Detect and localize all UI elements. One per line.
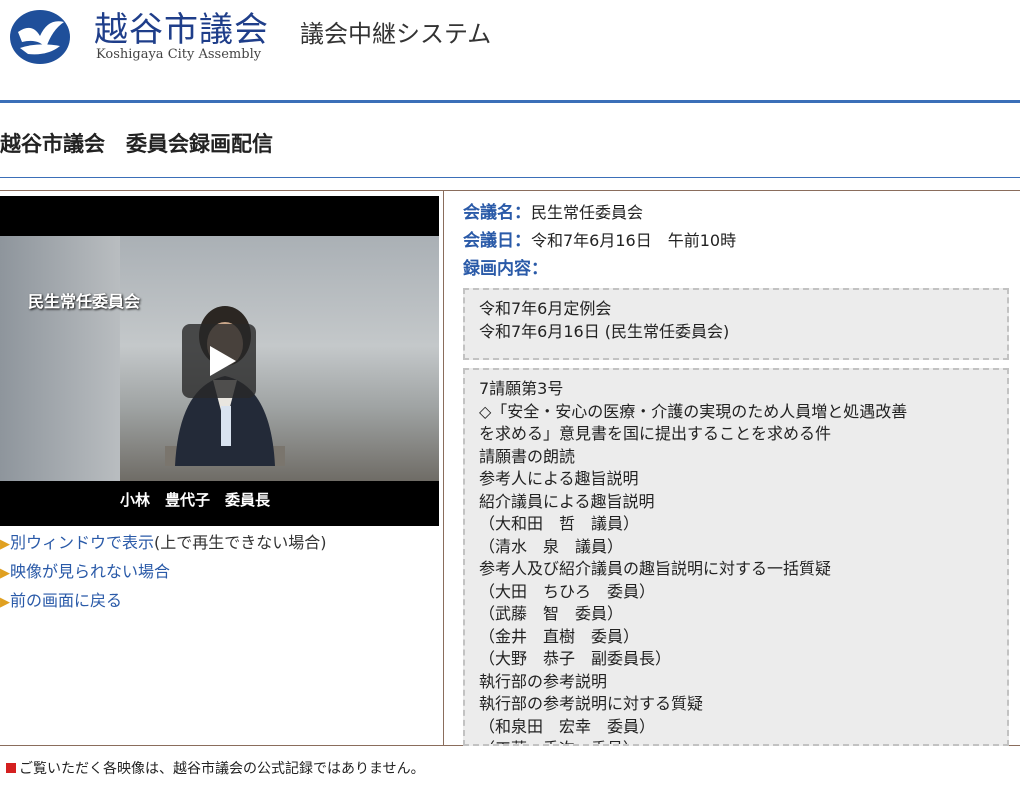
agenda-item: （工藤 秀次 委員） <box>479 738 993 744</box>
agenda-item: （大和田 哲 議員） <box>479 514 640 533</box>
meeting-date-row: 会議日：令和7年6月16日 午前10時 <box>463 228 1013 256</box>
meeting-name-row: 会議名：民生常任委員会 <box>463 200 1013 228</box>
session-line: 令和7年6月16日 (民生常任委員会) <box>479 321 730 341</box>
agenda-item: 参考人による趣旨説明 <box>479 469 639 488</box>
title-divider <box>0 177 1020 178</box>
agenda-item: 参考人及び紹介議員の趣旨説明に対する一括質疑 <box>479 559 832 578</box>
video-caption: 民生常任委員会 <box>28 292 141 311</box>
arrow-right-icon: ▶ <box>0 566 10 581</box>
site-subtitle: 議会中継システム <box>300 20 492 48</box>
agenda-item: 紹介議員による趣旨説明 <box>479 491 655 511</box>
agenda-item: を求める」意見書を国に提出することを求める件 <box>479 424 832 443</box>
meeting-date-value: 令和7年6月16日 午前10時 <box>531 231 737 250</box>
site-header: 越谷市議会 議会中継システム Koshigaya City Assembly <box>0 0 1020 102</box>
column-divider <box>443 190 444 746</box>
page-title: 越谷市議会 委員会録画配信 <box>0 132 273 156</box>
agenda-item: （清水 泉 議員） <box>479 536 624 556</box>
open-new-window-link[interactable]: 別ウィンドウで表示 <box>10 533 154 552</box>
video-player[interactable]: 民生常任委員会 小林 豊代子 委員長 <box>0 196 439 526</box>
video-links: ▶別ウィンドウで表示(上で再生できない場合) ▶映像が見られない場合 ▶前の画面… <box>0 532 440 619</box>
speaker-name-caption: 小林 豊代子 委員長 <box>120 491 271 509</box>
agenda-box[interactable]: 7請願第3号 ◇「安全・安心の医療・介護の実現のため人員増と処遇改善 を求める」… <box>463 368 1009 746</box>
footer-notice: ご覧いただく各映像は、越谷市議会の公式記録ではありません。 <box>6 758 425 778</box>
open-new-window-note: (上で再生できない場合) <box>154 533 327 552</box>
link-row-back: ▶前の画面に戻る <box>0 590 440 619</box>
arrow-right-icon: ▶ <box>0 595 10 610</box>
agenda-item: 執行部の参考説明 <box>479 671 608 691</box>
session-line: 令和7年6月定例会 <box>479 299 612 318</box>
play-button[interactable] <box>182 324 256 398</box>
recording-content-row: 録画内容： <box>463 256 1013 284</box>
link-row-video-help: ▶映像が見られない場合 <box>0 561 440 590</box>
meeting-name-label: 会議名： <box>463 203 531 223</box>
play-icon <box>210 346 236 376</box>
site-title: 越谷市議会 <box>94 10 269 50</box>
meeting-name-value: 民生常任委員会 <box>531 203 644 222</box>
agenda-item: ◇「安全・安心の医療・介護の実現のため人員増と処遇改善 <box>479 401 908 421</box>
footer-notice-text: ご覧いただく各映像は、越谷市議会の公式記録ではありません。 <box>19 761 425 777</box>
agenda-item: （大野 恭子 副委員長） <box>479 649 672 668</box>
video-help-link[interactable]: 映像が見られない場合 <box>10 562 170 581</box>
agenda-item: （武藤 智 委員） <box>479 604 624 623</box>
link-row-open-window: ▶別ウィンドウで表示(上で再生できない場合) <box>0 532 440 561</box>
site-english-name: Koshigaya City Assembly <box>96 47 262 62</box>
header-divider <box>0 100 1020 103</box>
session-box: 令和7年6月定例会 令和7年6月16日 (民生常任委員会) <box>463 288 1009 360</box>
agenda-item: （和泉田 宏幸 委員） <box>479 716 656 736</box>
agenda-item: 7請願第3号 <box>479 379 564 398</box>
recording-content-label: 録画内容： <box>463 259 548 279</box>
arrow-right-icon: ▶ <box>0 537 10 552</box>
back-link[interactable]: 前の画面に戻る <box>10 591 122 610</box>
meeting-date-label: 会議日： <box>463 231 531 251</box>
agenda-item: 請願書の朗読 <box>479 446 576 466</box>
meeting-info: 会議名：民生常任委員会 会議日：令和7年6月16日 午前10時 録画内容： <box>463 200 1013 284</box>
agenda-item: （大田 ちひろ 委員） <box>479 581 656 601</box>
agenda-item: 執行部の参考説明に対する質疑 <box>479 694 704 713</box>
agenda-item: （金井 直樹 委員） <box>479 626 640 646</box>
red-square-icon <box>6 763 16 773</box>
logo-emblem-icon[interactable] <box>8 8 72 66</box>
